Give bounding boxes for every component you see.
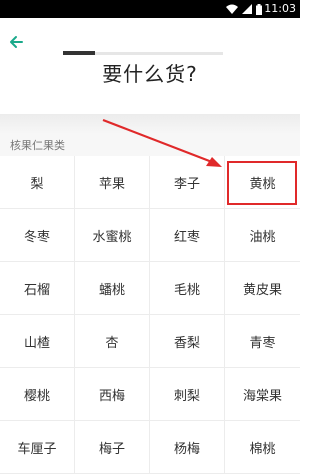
item-cell[interactable]: 杨梅 bbox=[150, 421, 225, 474]
item-cell[interactable]: 香梨 bbox=[150, 315, 225, 368]
item-cell[interactable]: 西梅 bbox=[75, 368, 150, 421]
item-cell[interactable]: 杏 bbox=[75, 315, 150, 368]
item-cell[interactable]: 樱桃 bbox=[0, 368, 75, 421]
item-cell[interactable]: 梅子 bbox=[75, 421, 150, 474]
status-icons bbox=[226, 3, 262, 15]
item-cell[interactable]: 棉桃 bbox=[225, 421, 300, 474]
page-title: 要什么货? bbox=[102, 62, 198, 86]
item-cell[interactable]: 山楂 bbox=[0, 315, 75, 368]
category-header: 核果仁果类 bbox=[0, 134, 300, 156]
item-cell[interactable]: 苹果 bbox=[75, 156, 150, 209]
highlight-box bbox=[227, 161, 297, 205]
item-cell[interactable]: 梨 bbox=[0, 156, 75, 209]
item-cell[interactable]: 红枣 bbox=[150, 209, 225, 262]
page-header: 要什么货? bbox=[0, 18, 300, 114]
item-cell[interactable]: 青枣 bbox=[225, 315, 300, 368]
item-cell[interactable]: 蟠桃 bbox=[75, 262, 150, 315]
header-shadow bbox=[0, 114, 300, 134]
item-cell[interactable]: 冬枣 bbox=[0, 209, 75, 262]
item-cell[interactable]: 石榴 bbox=[0, 262, 75, 315]
item-cell[interactable]: 李子 bbox=[150, 156, 225, 209]
status-time: 11:03 bbox=[264, 2, 296, 15]
item-cell[interactable]: 刺梨 bbox=[150, 368, 225, 421]
item-cell[interactable]: 黄皮果 bbox=[225, 262, 300, 315]
item-cell[interactable]: 水蜜桃 bbox=[75, 209, 150, 262]
back-arrow-icon[interactable] bbox=[6, 32, 26, 52]
item-cell[interactable]: 车厘子 bbox=[0, 421, 75, 474]
item-cell[interactable]: 海棠果 bbox=[225, 368, 300, 421]
category-label: 核果仁果类 bbox=[10, 139, 65, 152]
wifi-icon bbox=[226, 4, 238, 14]
battery-icon bbox=[256, 3, 262, 15]
status-bar: 11:03 bbox=[0, 0, 300, 18]
item-cell[interactable]: 毛桃 bbox=[150, 262, 225, 315]
signal-icon bbox=[242, 4, 252, 14]
progress-fill bbox=[63, 51, 95, 55]
item-cell[interactable]: 油桃 bbox=[225, 209, 300, 262]
